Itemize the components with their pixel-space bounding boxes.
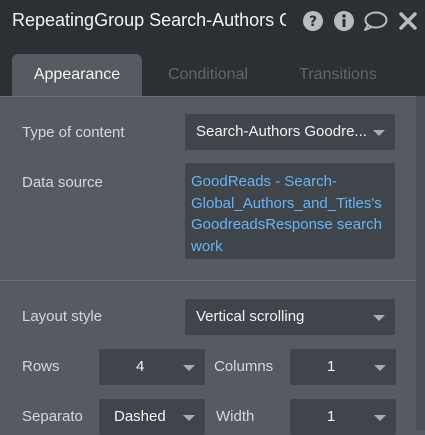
rows-dropdown[interactable]: 4 xyxy=(99,349,205,385)
layout-style-dropdown[interactable]: Vertical scrolling xyxy=(185,299,395,335)
chevron-down-icon xyxy=(373,130,385,136)
tab-transitions[interactable]: Transitions xyxy=(280,54,396,96)
separator-label: Separato xyxy=(22,408,83,425)
rows-label: Rows xyxy=(22,358,60,375)
panel-scroll-edge xyxy=(416,96,425,430)
section-divider xyxy=(0,280,416,281)
tab-conditional[interactable]: Conditional xyxy=(146,54,270,96)
type-of-content-label: Type of content xyxy=(22,124,125,141)
tab-bar: Appearance Conditional Transitions xyxy=(0,44,425,97)
svg-text:?: ? xyxy=(309,14,317,30)
help-icon[interactable]: ? xyxy=(302,10,324,32)
columns-dropdown[interactable]: 1 xyxy=(290,349,396,385)
editor-title: RepeatingGroup Search-Authors Goodreads xyxy=(12,10,286,30)
data-source-expression[interactable]: GoodReads - Search-Global_Authors_and_Ti… xyxy=(185,163,395,259)
width-label: Width xyxy=(216,408,255,425)
columns-value: 1 xyxy=(327,358,336,375)
layout-style-value: Vertical scrolling xyxy=(196,308,305,325)
separator-value: Dashed xyxy=(114,408,166,425)
type-of-content-value: Search-Authors Goodre... xyxy=(196,123,367,140)
property-editor-header: RepeatingGroup Search-Authors Goodreads … xyxy=(0,0,425,44)
info-icon[interactable] xyxy=(333,10,355,32)
columns-label: Columns xyxy=(214,358,274,375)
chevron-down-icon xyxy=(183,415,195,421)
rows-value: 4 xyxy=(136,358,145,375)
chevron-down-icon xyxy=(373,315,385,321)
type-of-content-dropdown[interactable]: Search-Authors Goodre... xyxy=(185,114,395,150)
data-source-label: Data source xyxy=(22,174,103,191)
chevron-down-icon xyxy=(374,365,386,371)
chevron-down-icon xyxy=(183,365,195,371)
close-icon[interactable] xyxy=(397,10,419,32)
tab-appearance[interactable]: Appearance xyxy=(12,54,142,96)
width-value: 1 xyxy=(327,408,336,425)
chevron-down-icon xyxy=(374,415,386,421)
comment-icon[interactable] xyxy=(363,10,389,32)
layout-style-label: Layout style xyxy=(22,308,103,325)
